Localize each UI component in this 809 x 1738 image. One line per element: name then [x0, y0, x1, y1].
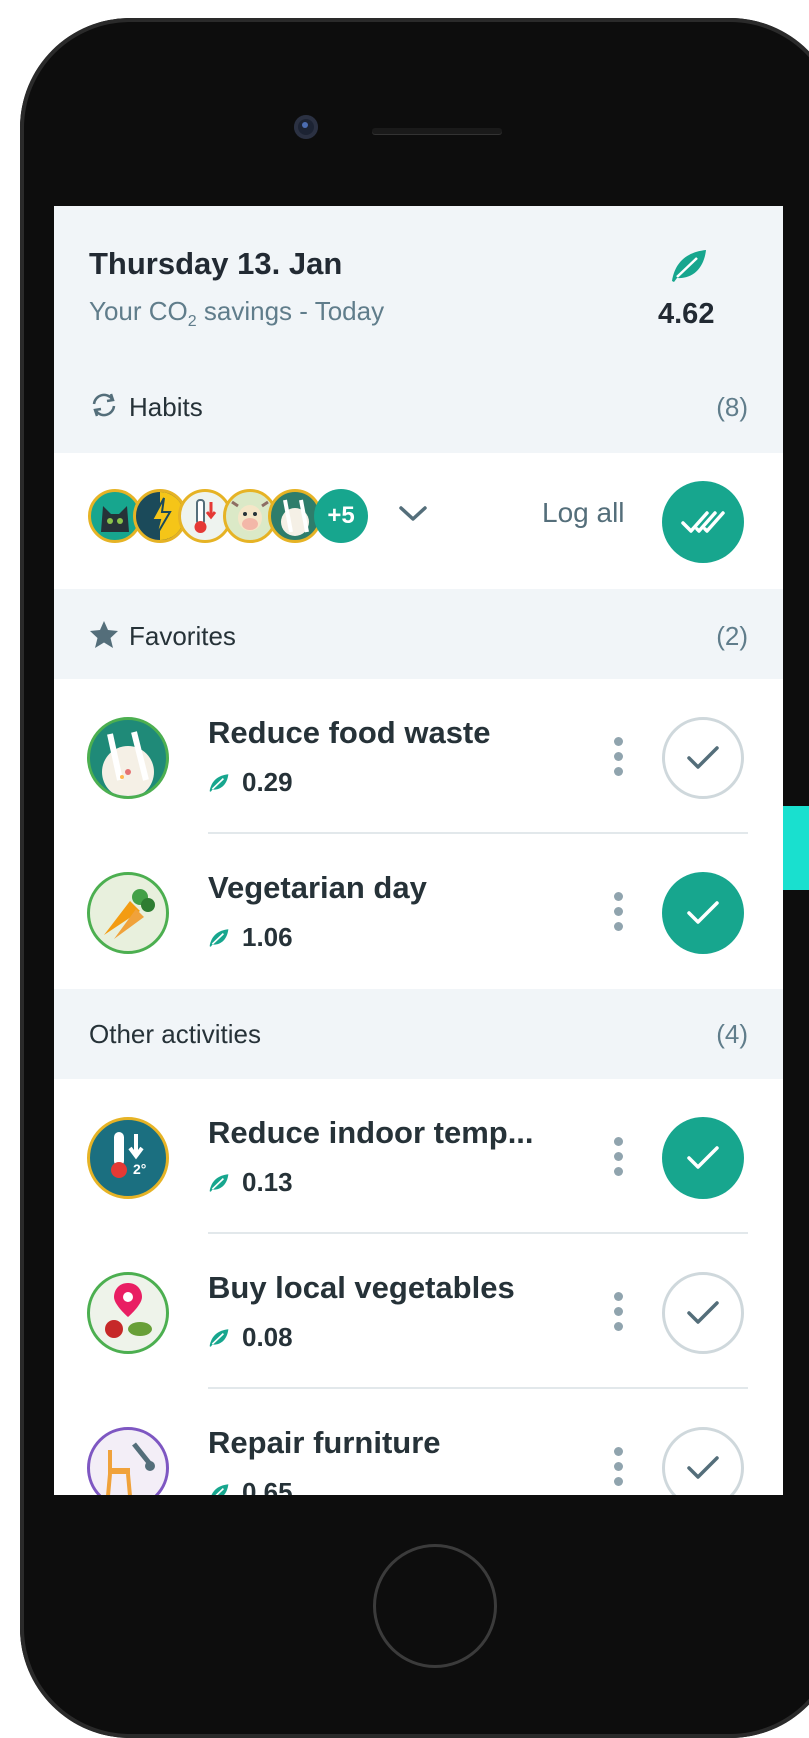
item-value: 0.13 — [208, 1167, 293, 1198]
double-check-icon — [681, 511, 725, 533]
speaker-grille — [372, 128, 502, 134]
check-icon — [687, 1146, 719, 1169]
check-icon — [687, 746, 719, 769]
item-value: 0.29 — [208, 767, 293, 798]
other-activities-section-header: Other activities (4) — [54, 989, 783, 1079]
favorites-label: Favorites — [129, 621, 236, 651]
list-item[interactable]: 2° Reduce indoor temp... 0.13 — [54, 1079, 783, 1234]
check-icon — [687, 1456, 719, 1479]
item-title: Reduce indoor temp... — [208, 1115, 534, 1150]
log-activity-button[interactable] — [662, 717, 744, 799]
favorites-count: (2) — [716, 621, 748, 651]
more-options-icon[interactable] — [614, 737, 624, 779]
favorites-section-header: Favorites (2) — [54, 589, 783, 679]
more-habits-badge[interactable]: +5 — [314, 489, 368, 543]
leaf-icon — [209, 1328, 229, 1347]
leaf-icon — [209, 1173, 229, 1192]
log-all-label[interactable]: Log all — [542, 497, 625, 529]
item-value: 1.06 — [208, 922, 293, 953]
item-value: 0.08 — [208, 1322, 293, 1353]
item-title: Reduce food waste — [208, 715, 491, 750]
item-title: Repair furniture — [208, 1425, 441, 1460]
leaf-icon — [669, 248, 709, 289]
total-savings: 4.62 — [658, 298, 715, 330]
home-button[interactable] — [373, 1544, 497, 1668]
log-activity-button[interactable] — [662, 1427, 744, 1495]
check-icon — [687, 901, 719, 924]
svg-text:2°: 2° — [133, 1161, 146, 1177]
list-item[interactable]: Reduce food waste 0.29 — [54, 679, 783, 834]
log-activity-button[interactable] — [662, 1272, 744, 1354]
chair-wrench-icon — [87, 1427, 169, 1495]
list-item[interactable]: Vegetarian day 1.06 — [54, 834, 783, 989]
log-all-button[interactable] — [662, 481, 744, 563]
carrot-icon — [87, 872, 169, 954]
other-activities-label: Other activities — [89, 1019, 261, 1049]
habits-section-header: Habits (8) — [89, 391, 748, 424]
habits-count: (8) — [716, 392, 748, 422]
more-options-icon[interactable] — [614, 1447, 624, 1489]
list-item[interactable]: Repair furniture 0.65 — [54, 1389, 783, 1495]
more-options-icon[interactable] — [614, 1137, 624, 1179]
location-vegetables-icon — [87, 1272, 169, 1354]
other-activities-count: (4) — [716, 1019, 748, 1049]
item-title: Vegetarian day — [208, 870, 427, 905]
food-waste-icon — [87, 717, 169, 799]
star-icon — [89, 619, 119, 654]
app-screen: Thursday 13. Jan Your CO2 savings - Toda… — [54, 206, 783, 1495]
refresh-icon — [89, 391, 119, 424]
more-options-icon[interactable] — [614, 1292, 624, 1334]
date-title: Thursday 13. Jan — [89, 246, 343, 281]
camera-icon — [294, 115, 318, 139]
savings-subtitle: Your CO2 savings - Today — [89, 296, 385, 331]
more-options-icon[interactable] — [614, 892, 624, 934]
check-icon — [687, 1301, 719, 1324]
leaf-icon — [209, 773, 229, 792]
log-activity-button[interactable] — [662, 872, 744, 954]
list-item[interactable]: Buy local vegetables 0.08 — [54, 1234, 783, 1389]
log-activity-button[interactable] — [662, 1117, 744, 1199]
thermometer-icon: 2° — [87, 1117, 169, 1199]
habits-label: Habits — [129, 392, 203, 422]
habits-bar: +5 Log all — [54, 453, 783, 589]
item-value: 0.65 — [208, 1477, 293, 1495]
leaf-icon — [211, 1483, 229, 1495]
summary-header: Thursday 13. Jan Your CO2 savings - Toda… — [54, 206, 783, 453]
item-title: Buy local vegetables — [208, 1270, 515, 1305]
leaf-icon — [209, 928, 229, 947]
chevron-down-icon[interactable] — [398, 505, 428, 528]
